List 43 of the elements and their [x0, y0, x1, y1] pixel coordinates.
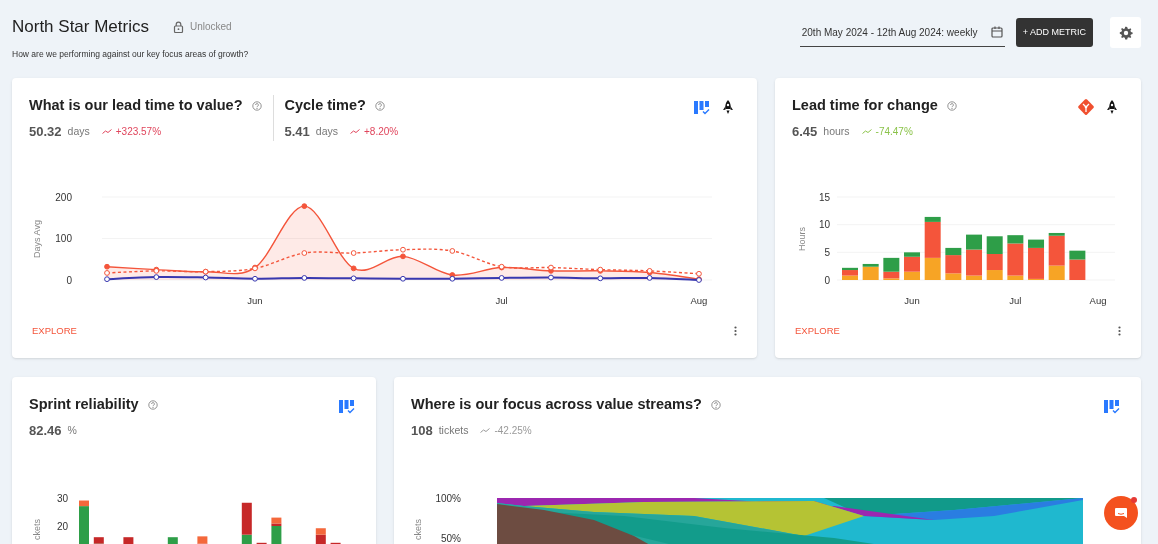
- axis-tick-label: 0: [824, 274, 830, 286]
- metric-change: +323.57%: [115, 125, 162, 139]
- metric-value: 108: [411, 421, 433, 440]
- metric-value: 5.41: [284, 122, 310, 141]
- metric-value: 6.45: [792, 122, 818, 141]
- axis-tick-label: 30: [56, 492, 68, 504]
- axis-tick-label: Jul: [495, 295, 508, 307]
- axis-tick-label: Jun: [904, 295, 920, 307]
- axis-tick-label: 50%: [441, 532, 461, 544]
- page-subtitle: How are we performing against our key focus areas of growth?: [12, 47, 249, 61]
- lock-status: Unlocked: [190, 20, 232, 35]
- axis-tick-label: 0: [66, 274, 72, 286]
- metric-value: 82.46: [29, 421, 62, 440]
- metric-change: -42.25%: [494, 424, 532, 438]
- axis-tick-label: 10: [818, 219, 830, 231]
- metric-unit: days: [67, 123, 90, 139]
- metric-unit: %: [67, 422, 77, 438]
- axis-tick-label: Aug: [1089, 295, 1107, 307]
- metric-title: Lead time for change: [792, 96, 938, 115]
- page-title: North Star Metrics: [12, 16, 149, 38]
- metric-title: What is our lead time to value?: [29, 96, 243, 115]
- axis-tick-label: 15: [818, 191, 830, 203]
- axis-tick-label: 20: [56, 520, 68, 532]
- metric-change: +8.20%: [364, 125, 399, 139]
- axis-tick-label: Jun: [247, 295, 263, 307]
- metric-title: Cycle time?: [284, 96, 366, 115]
- axis-title: Hours: [797, 227, 807, 252]
- axis-tick-label: Jul: [1009, 295, 1022, 307]
- axis-tick-label: 200: [55, 191, 72, 203]
- metric-change: -74.47%: [875, 125, 913, 139]
- axis-title: ckets: [32, 519, 42, 541]
- axis-title: ckets: [413, 519, 423, 541]
- metric-unit: hours: [823, 123, 850, 139]
- axis-tick-label: 5: [824, 247, 830, 259]
- metric-unit: days: [315, 123, 338, 139]
- axis-tick-label: 100: [55, 233, 72, 245]
- axis-tick-label: Aug: [690, 295, 708, 307]
- metric-title: Where is our focus across value streams?: [411, 395, 702, 414]
- axis-title: Days Avg: [32, 220, 42, 259]
- axis-tick-label: 100%: [435, 492, 461, 504]
- metric-unit: tickets: [438, 422, 469, 438]
- metric-value: 50.32: [29, 122, 62, 141]
- metric-title: Sprint reliability: [29, 395, 139, 414]
